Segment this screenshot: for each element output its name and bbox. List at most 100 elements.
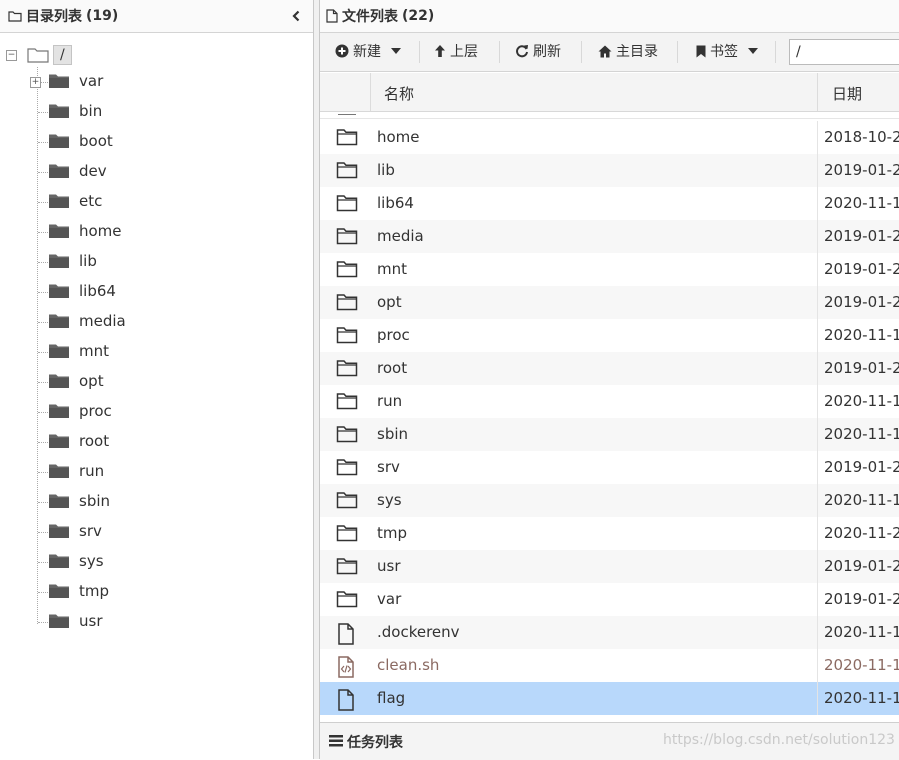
tree-item-label: run [79, 462, 105, 480]
column-divider [817, 682, 818, 715]
file-toolbar: 新建 上层 刷新 主目录 书签 / [320, 33, 899, 72]
partial-row [320, 112, 899, 119]
bookmarks-button[interactable]: 书签 [696, 39, 758, 63]
folder-icon [48, 223, 70, 243]
tree-item-label: bin [79, 102, 103, 120]
file-date: 2020-11-18 [824, 491, 899, 509]
folder-icon [48, 553, 70, 573]
file-row-root[interactable]: root 2019-01-22 [320, 352, 899, 385]
collapse-panel-button[interactable] [289, 7, 303, 25]
file-date: 2019-01-22 [824, 293, 899, 311]
file-row-dot-dockerenv[interactable]: .dockerenv 2020-11-17 [320, 616, 899, 649]
new-button-label: 新建 [353, 44, 381, 60]
column-divider [817, 550, 818, 583]
toolbar-divider [677, 41, 678, 63]
refresh-icon [515, 44, 529, 58]
column-header-date[interactable]: 日期 [832, 83, 862, 104]
folder-icon [336, 425, 358, 447]
file-row-media[interactable]: media 2019-01-22 [320, 220, 899, 253]
new-button[interactable]: 新建 [335, 39, 401, 63]
folder-icon [336, 260, 358, 282]
tree-item-label: opt [79, 372, 104, 390]
file-row-sbin[interactable]: sbin 2020-11-17 [320, 418, 899, 451]
file-count: (22) [402, 8, 435, 24]
file-row-clean.sh[interactable]: clean.sh 2020-11-17 [320, 649, 899, 682]
file-date: 2019-01-22 [824, 590, 899, 608]
tree-item-label: proc [79, 402, 112, 420]
tree-root-label[interactable]: / [53, 45, 72, 65]
column-divider [817, 319, 818, 352]
file-row-home[interactable]: home 2018-10-20 [320, 121, 899, 154]
home-dir-button[interactable]: 主目录 [598, 39, 658, 63]
tree-item-label: etc [79, 192, 103, 210]
file-icon [336, 623, 356, 649]
file-date: 2020-11-17 [824, 392, 899, 410]
file-panel-header: 文件列表 (22) [320, 0, 899, 33]
tree-root[interactable]: − / [6, 44, 72, 66]
folder-icon [48, 373, 70, 393]
folder-icon [336, 491, 358, 513]
folder-icon [336, 194, 358, 216]
column-divider [817, 418, 818, 451]
up-button[interactable]: 上层 [434, 39, 478, 63]
file-row-usr[interactable]: usr 2019-01-22 [320, 550, 899, 583]
refresh-button-label: 刷新 [533, 44, 561, 60]
expand-toggle-icon[interactable]: + [30, 76, 41, 88]
task-list-bar[interactable]: 任务列表 https://blog.csdn.net/solution123 [320, 722, 899, 760]
file-row-proc[interactable]: proc 2020-11-17 [320, 319, 899, 352]
column-divider [817, 187, 818, 220]
folder-icon [336, 326, 358, 348]
column-divider [817, 616, 818, 649]
file-name: run [377, 392, 403, 410]
column-divider [817, 121, 818, 154]
folder-icon [48, 433, 70, 453]
file-row-opt[interactable]: opt 2019-01-22 [320, 286, 899, 319]
file-row-flag[interactable]: flag 2020-11-17 [320, 682, 899, 715]
column-divider [817, 484, 818, 517]
column-header-name[interactable]: 名称 [384, 83, 414, 104]
tree-item-label: home [79, 222, 122, 240]
file-date: 2020-11-17 [824, 656, 899, 674]
file-name: home [377, 128, 420, 146]
path-input[interactable]: / [789, 39, 899, 65]
file-panel: 文件列表 (22) 新建 上层 刷新 主目录 书签 / 名称 日期 home 2… [319, 0, 899, 760]
file-row-var[interactable]: var 2019-01-22 [320, 583, 899, 616]
folder-icon [48, 283, 70, 303]
file-name: flag [377, 689, 406, 707]
folder-icon [48, 193, 70, 213]
file-row-mnt[interactable]: mnt 2019-01-22 [320, 253, 899, 286]
plus-circle-icon [335, 44, 349, 58]
tree-item-label: usr [79, 612, 103, 630]
file-row-srv[interactable]: srv 2019-01-22 [320, 451, 899, 484]
refresh-button[interactable]: 刷新 [515, 39, 561, 63]
folder-icon [336, 557, 358, 579]
file-name: opt [377, 293, 402, 311]
file-date: 2019-01-22 [824, 227, 899, 245]
file-date: 2019-01-22 [824, 161, 899, 179]
caret-down-icon [391, 48, 401, 54]
tree-item-label: lib [79, 252, 97, 270]
folder-icon [48, 253, 70, 273]
folder-icon [336, 128, 358, 150]
folder-icon [48, 613, 70, 633]
home-icon [598, 45, 612, 58]
toolbar-divider [499, 41, 500, 63]
tree-item-label: media [79, 312, 126, 330]
file-row-tmp[interactable]: tmp 2020-11-20 [320, 517, 899, 550]
tree-item-label: dev [79, 162, 107, 180]
toolbar-divider [581, 41, 582, 63]
file-table-header: 名称 日期 [320, 73, 899, 112]
folder-icon [48, 73, 70, 93]
file-name: lib [377, 161, 395, 179]
file-row-lib64[interactable]: lib64 2020-11-17 [320, 187, 899, 220]
tree-item-label: boot [79, 132, 113, 150]
tree-item-label: root [79, 432, 110, 450]
folder-icon [336, 524, 358, 546]
folder-icon [48, 313, 70, 333]
file-row-sys[interactable]: sys 2020-11-18 [320, 484, 899, 517]
collapse-toggle-icon[interactable]: − [6, 49, 17, 61]
tree-item-label: srv [79, 522, 102, 540]
column-divider [817, 517, 818, 550]
file-row-lib[interactable]: lib 2019-01-22 [320, 154, 899, 187]
file-row-run[interactable]: run 2020-11-17 [320, 385, 899, 418]
